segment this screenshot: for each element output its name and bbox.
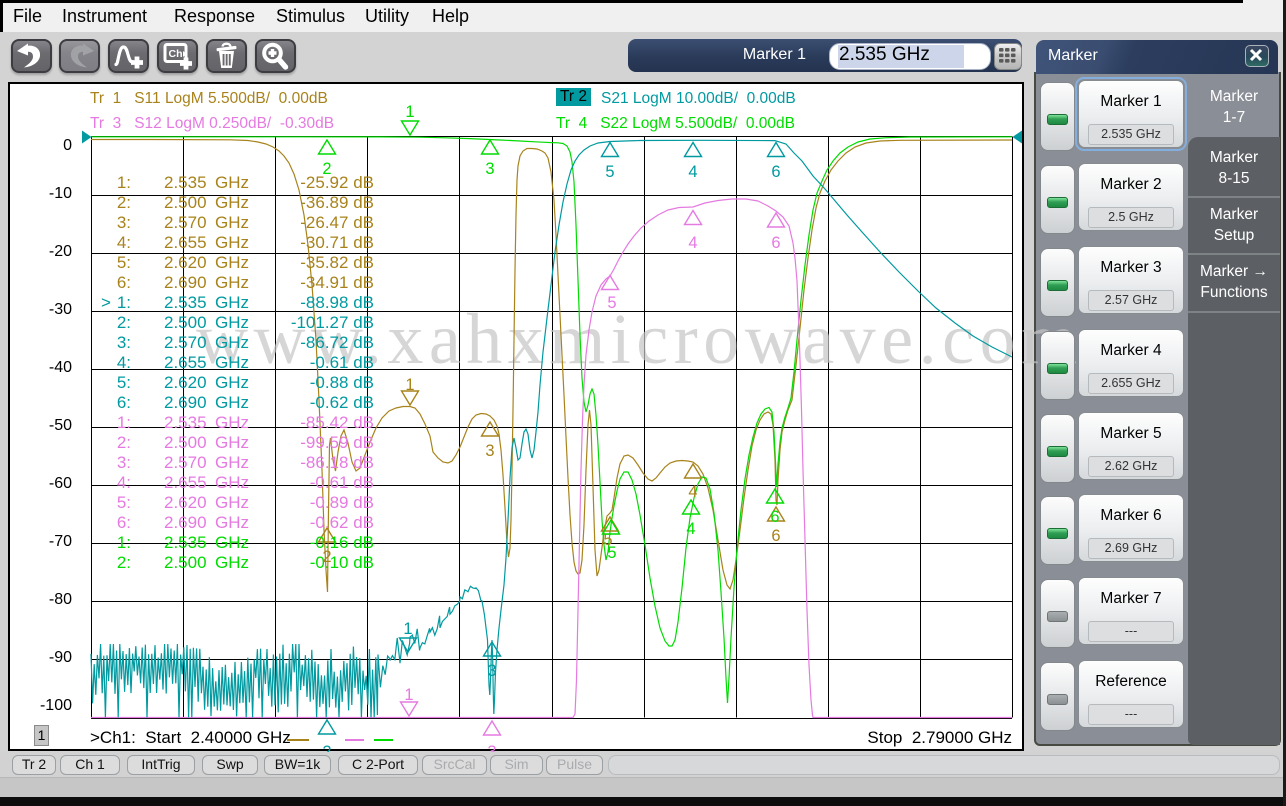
svg-text:Ch: Ch xyxy=(169,48,183,60)
